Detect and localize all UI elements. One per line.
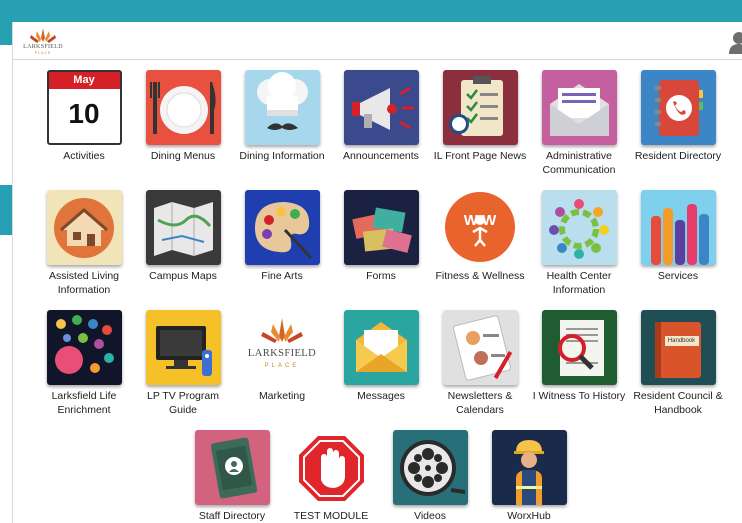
wow-circle-icon: W W xyxy=(442,190,518,265)
tile-label: Announcements xyxy=(343,150,419,162)
chef-hat-mustache-icon xyxy=(244,70,320,145)
tile-label: TEST MODULE xyxy=(293,510,369,522)
side-accent xyxy=(0,185,12,235)
address-book-icon xyxy=(194,430,270,505)
envelope-letter-icon xyxy=(541,70,617,145)
tile-label: Resident Directory xyxy=(634,150,722,162)
tile-administrative-communication[interactable]: Administrative Communication xyxy=(529,70,629,177)
tv-remote-icon xyxy=(145,310,221,385)
tile-activities[interactable]: May 10 Activities xyxy=(34,70,134,163)
plate-cutlery-icon xyxy=(145,70,221,145)
tile-label: Newsletters & Calendars xyxy=(447,390,513,416)
phone-book-icon xyxy=(640,70,716,145)
tile-newsletters-calendars[interactable]: Newsletters & Calendars xyxy=(430,310,530,417)
tile-label: Marketing xyxy=(258,390,306,402)
envelope-open-icon xyxy=(343,310,419,385)
tile-marketing[interactable]: LARKSFIELD PLACE Marketing xyxy=(232,310,332,403)
tile-label: Services xyxy=(657,270,699,282)
tile-label: Assisted Living Information xyxy=(48,270,120,296)
left-side-strip xyxy=(0,45,12,523)
megaphone-icon xyxy=(343,70,419,145)
tile-label: Dining Menus xyxy=(150,150,216,162)
tile-label: Fine Arts xyxy=(261,270,303,282)
tile-label: Resident Council & Handbook xyxy=(633,390,723,416)
larksfield-logo[interactable]: LARKSFIELD PLACE xyxy=(19,26,67,56)
tile-label: Messages xyxy=(357,390,405,402)
tile-i-witness-to-history[interactable]: I Witness To History xyxy=(529,310,629,403)
construction-worker-icon xyxy=(491,430,567,505)
stacked-forms-icon xyxy=(343,190,419,265)
tile-label: Videos xyxy=(414,510,446,522)
tile-label: IL Front Page News xyxy=(433,150,527,162)
calendar-day: 10 xyxy=(68,98,100,129)
brain-icons-icon xyxy=(46,310,122,385)
tile-label: Fitness & Wellness xyxy=(435,270,525,282)
paint-palette-icon xyxy=(244,190,320,265)
raised-hands-icon xyxy=(640,190,716,265)
clipboard-profiles-icon xyxy=(442,310,518,385)
tile-label: LP TV Program Guide xyxy=(147,390,219,416)
tile-label: WorxHub xyxy=(507,510,551,522)
tile-health-center-information[interactable]: Health Center Information xyxy=(529,190,629,297)
magnifier-document-icon xyxy=(541,310,617,385)
tile-services[interactable]: Services xyxy=(628,190,728,283)
marketing-logo-text: LARKSFIELD xyxy=(247,348,317,359)
tile-announcements[interactable]: Announcements xyxy=(331,70,431,163)
tile-label: Activities xyxy=(63,150,105,162)
tile-fine-arts[interactable]: Fine Arts xyxy=(232,190,332,283)
larksfield-logo-icon: LARKSFIELD PLACE xyxy=(244,310,320,385)
tile-messages[interactable]: Messages xyxy=(331,310,431,403)
tile-label: I Witness To History xyxy=(532,390,626,402)
tile-label: Staff Directory xyxy=(198,510,266,522)
logo-wordmark: LARKSFIELD xyxy=(23,44,63,50)
tile-label: Campus Maps xyxy=(149,270,217,282)
tile-resident-directory[interactable]: Resident Directory xyxy=(628,70,728,163)
main-panel: LARKSFIELD PLACE May 10 Activities Dinin… xyxy=(12,22,742,523)
logo-subtitle: PLACE xyxy=(34,51,52,55)
tile-resident-council-handbook[interactable]: Handbook Resident Council & Handbook xyxy=(628,310,728,417)
calendar-icon: May 10 xyxy=(46,70,122,145)
clipboard-checklist-icon xyxy=(442,70,518,145)
tile-larksfield-life-enrichment[interactable]: Larksfield Life Enrichment xyxy=(34,310,134,417)
tile-label: Larksfield Life Enrichment xyxy=(51,390,117,416)
house-icon xyxy=(46,190,122,265)
tile-il-front-page-news[interactable]: IL Front Page News xyxy=(430,70,530,163)
tile-lp-tv-program-guide[interactable]: LP TV Program Guide xyxy=(133,310,233,417)
header-bar: LARKSFIELD PLACE xyxy=(13,22,742,60)
tile-videos[interactable]: Videos xyxy=(380,430,480,523)
tile-assisted-living-information[interactable]: Assisted Living Information xyxy=(34,190,134,297)
handbook-icon: Handbook xyxy=(640,310,716,385)
people-circle-icon xyxy=(541,190,617,265)
stop-hand-icon xyxy=(293,430,369,505)
tile-fitness-wellness[interactable]: W W Fitness & Wellness xyxy=(430,190,530,283)
tile-label: Administrative Communication xyxy=(542,150,616,176)
handbook-tag: Handbook xyxy=(664,336,699,346)
user-profile-icon[interactable] xyxy=(725,30,742,54)
tile-campus-maps[interactable]: Campus Maps xyxy=(133,190,233,283)
film-reel-icon xyxy=(392,430,468,505)
tile-label: Health Center Information xyxy=(546,270,612,296)
tile-test-module[interactable]: TEST MODULE xyxy=(281,430,381,523)
tile-worxhub[interactable]: WorxHub xyxy=(479,430,579,523)
marketing-logo-sub: PLACE xyxy=(264,363,300,369)
folded-map-icon xyxy=(145,190,221,265)
calendar-month: May xyxy=(48,72,120,89)
tile-forms[interactable]: Forms xyxy=(331,190,431,283)
tile-label: Dining Information xyxy=(239,150,325,162)
tile-dining-menus[interactable]: Dining Menus xyxy=(133,70,233,163)
tile-label: Forms xyxy=(366,270,396,282)
tile-staff-directory[interactable]: Staff Directory xyxy=(182,430,282,523)
tile-dining-information[interactable]: Dining Information xyxy=(232,70,332,163)
flame-logo-icon xyxy=(30,28,56,43)
